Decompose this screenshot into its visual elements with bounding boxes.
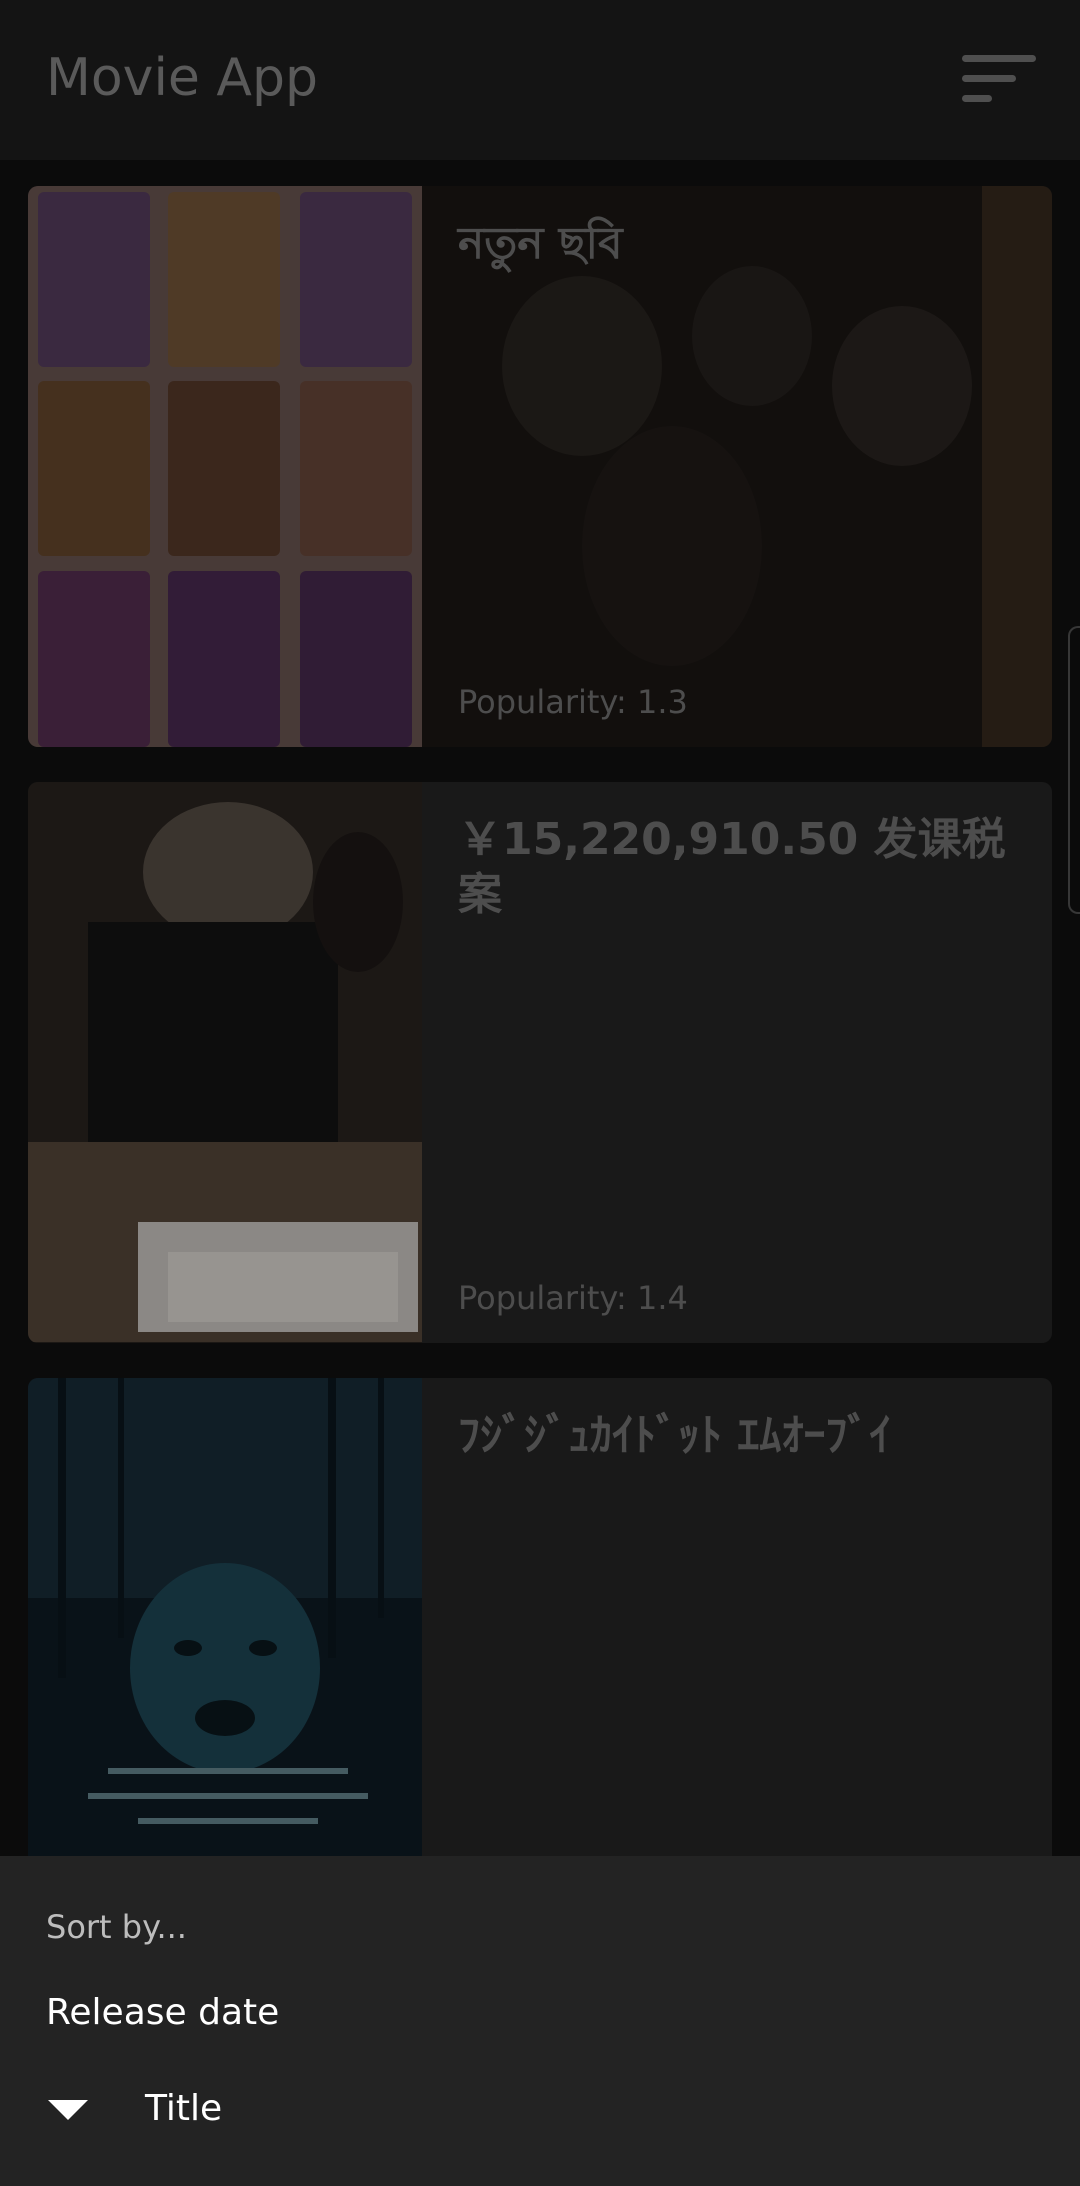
sort-option-title[interactable]: Title — [0, 2078, 1080, 2158]
scrim[interactable] — [0, 0, 1080, 1856]
triangle-down-icon — [48, 2100, 88, 2120]
sort-bottom-sheet: Sort by... Release date Title — [0, 1856, 1080, 2186]
sort-option-release-date[interactable]: Release date — [46, 1992, 279, 2033]
sort-heading: Sort by... — [46, 1908, 187, 1946]
sort-option-title-label: Title — [145, 2088, 223, 2129]
